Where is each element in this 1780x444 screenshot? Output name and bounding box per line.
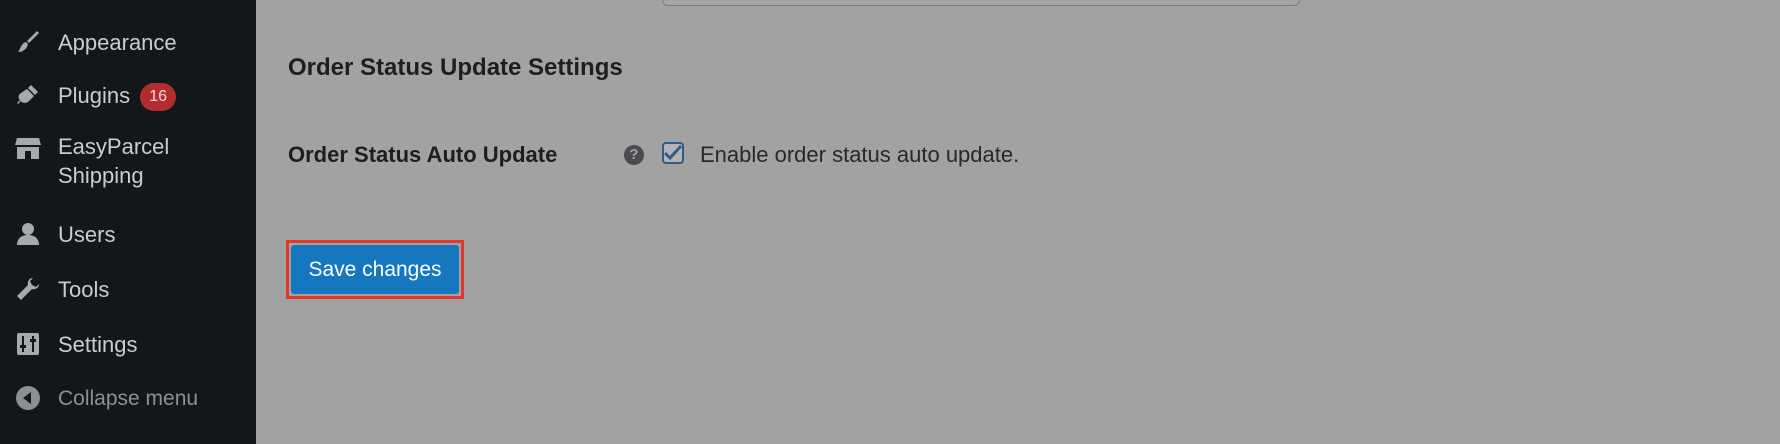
order-status-auto-update-label: Order Status Auto Update xyxy=(288,142,558,167)
order-status-auto-update-checkbox[interactable] xyxy=(662,142,684,164)
wp-admin-screen: Appearance Plugins 16 EasyParcel Shippin… xyxy=(0,0,1780,444)
sidebar-item-label: Users xyxy=(58,222,116,247)
settings-icon xyxy=(14,330,42,358)
sidebar-item-label-wrap: EasyParcel Shipping xyxy=(58,132,169,190)
settings-content: Order Status Update Settings Order Statu… xyxy=(256,0,1780,444)
sidebar-item-easyparcel-shipping[interactable]: EasyParcel Shipping xyxy=(0,132,256,192)
sidebar-item-tools[interactable]: Tools xyxy=(0,275,256,307)
sidebar-item-label: Appearance xyxy=(58,30,177,55)
sidebar-item-settings[interactable]: Settings xyxy=(0,330,256,362)
section-title: Order Status Update Settings xyxy=(288,54,623,81)
previous-field-input[interactable] xyxy=(662,0,1300,6)
checkmark-icon xyxy=(664,145,682,161)
sidebar-item-label-wrap: Plugins 16 xyxy=(58,81,177,111)
collapse-menu-button[interactable]: Collapse menu xyxy=(0,384,256,416)
wrench-icon xyxy=(14,275,42,303)
sidebar-item-plugins[interactable]: Plugins 16 xyxy=(0,81,256,113)
sidebar-item-label: Settings xyxy=(58,332,138,357)
update-count-badge: 16 xyxy=(140,83,177,111)
sidebar-item-appearance[interactable]: Appearance xyxy=(0,28,256,60)
plugin-icon xyxy=(14,81,42,109)
store-icon xyxy=(14,134,42,162)
checkbox-label[interactable]: Enable order status auto update. xyxy=(700,142,1019,168)
admin-sidebar: Appearance Plugins 16 EasyParcel Shippin… xyxy=(0,0,256,444)
collapse-arrow-icon xyxy=(14,384,42,412)
sidebar-item-users[interactable]: Users xyxy=(0,220,256,252)
sidebar-item-label: Tools xyxy=(58,277,110,302)
help-tooltip-icon[interactable]: ? xyxy=(624,145,644,165)
sidebar-item-label-line2: Shipping xyxy=(58,163,144,188)
collapse-menu-label: Collapse menu xyxy=(58,387,199,410)
sidebar-item-label: EasyParcel xyxy=(58,134,170,159)
user-icon xyxy=(14,220,42,248)
save-changes-button[interactable]: Save changes xyxy=(291,245,459,294)
paintbrush-icon xyxy=(14,28,42,56)
sidebar-item-label: Plugins xyxy=(58,83,131,108)
